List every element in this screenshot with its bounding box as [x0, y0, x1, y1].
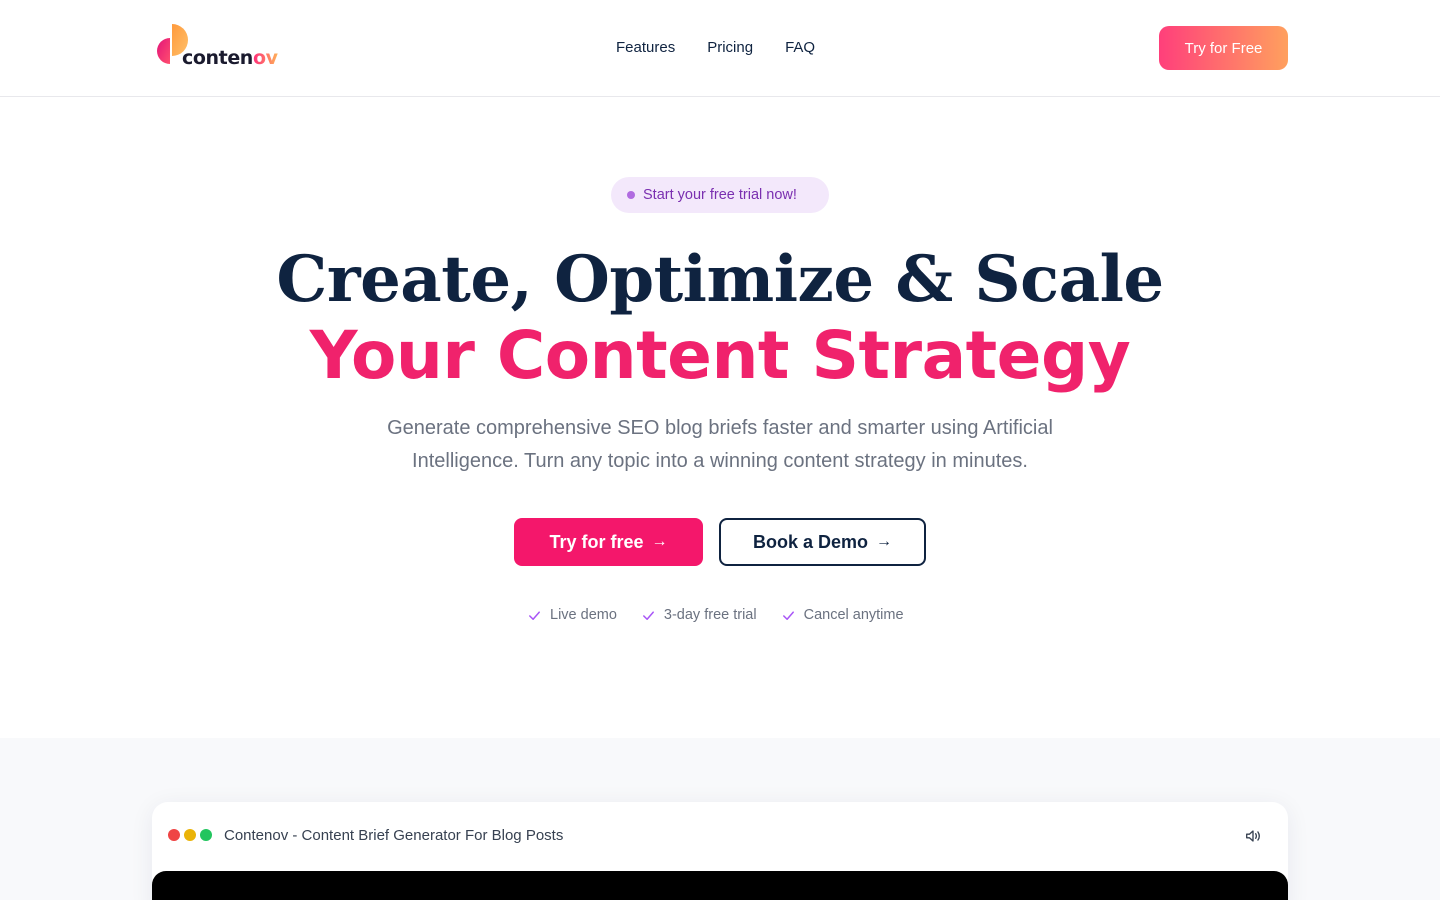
main-nav: Features Pricing FAQ [616, 38, 815, 58]
feature-item: Cancel anytime [781, 604, 904, 626]
arrow-right-icon: → [876, 533, 893, 550]
feature-item: 3-day free trial [641, 604, 757, 626]
check-icon [529, 610, 540, 620]
site-header: contenov Features Pricing FAQ Try for Fr… [0, 0, 1440, 97]
volume-icon[interactable] [1244, 827, 1262, 845]
check-icon [782, 610, 794, 620]
feature-label: 3-day free trial [663, 607, 757, 623]
book-demo-label: Book a Demo [752, 531, 869, 552]
hero-headline-line1: Create, Optimize & Scale [276, 242, 1164, 317]
window-dot-green-icon [200, 829, 212, 841]
feature-label: Cancel anytime [803, 607, 904, 623]
nav-link-features[interactable]: Features [616, 38, 675, 58]
demo-video-card: Contenov - Content Brief Generator For B… [152, 802, 1288, 900]
trial-badge-label: Start your free trial now! [643, 187, 797, 203]
window-dot-red-icon [168, 829, 180, 841]
demo-video-player[interactable] [152, 871, 1288, 900]
badge-dot-icon [627, 191, 635, 199]
hero-feature-list: Live demo 3-day free trial Cancel anytim… [527, 604, 904, 626]
logo[interactable]: contenov [156, 24, 278, 70]
feature-label: Live demo [550, 607, 617, 623]
trial-badge[interactable]: Start your free trial now! [611, 177, 829, 213]
logo-wordmark: contenov [182, 47, 278, 69]
try-for-free-label: Try for free [549, 531, 644, 552]
header-try-free-button[interactable]: Try for Free [1159, 26, 1288, 70]
try-for-free-button[interactable]: Try for free → [514, 518, 703, 566]
window-controls [168, 829, 212, 841]
nav-link-pricing[interactable]: Pricing [707, 38, 753, 58]
hero-headline-line2: Your Content Strategy [309, 317, 1131, 394]
check-icon [642, 610, 654, 620]
feature-item: Live demo [527, 604, 617, 626]
demo-video-title: Contenov - Content Brief Generator For B… [224, 827, 564, 844]
nav-link-faq[interactable]: FAQ [785, 38, 815, 58]
arrow-right-icon: → [651, 533, 668, 550]
book-demo-button[interactable]: Book a Demo → [719, 518, 926, 566]
hero-subheadline: Generate comprehensive SEO blog briefs f… [387, 417, 1053, 472]
window-dot-yellow-icon [184, 829, 196, 841]
